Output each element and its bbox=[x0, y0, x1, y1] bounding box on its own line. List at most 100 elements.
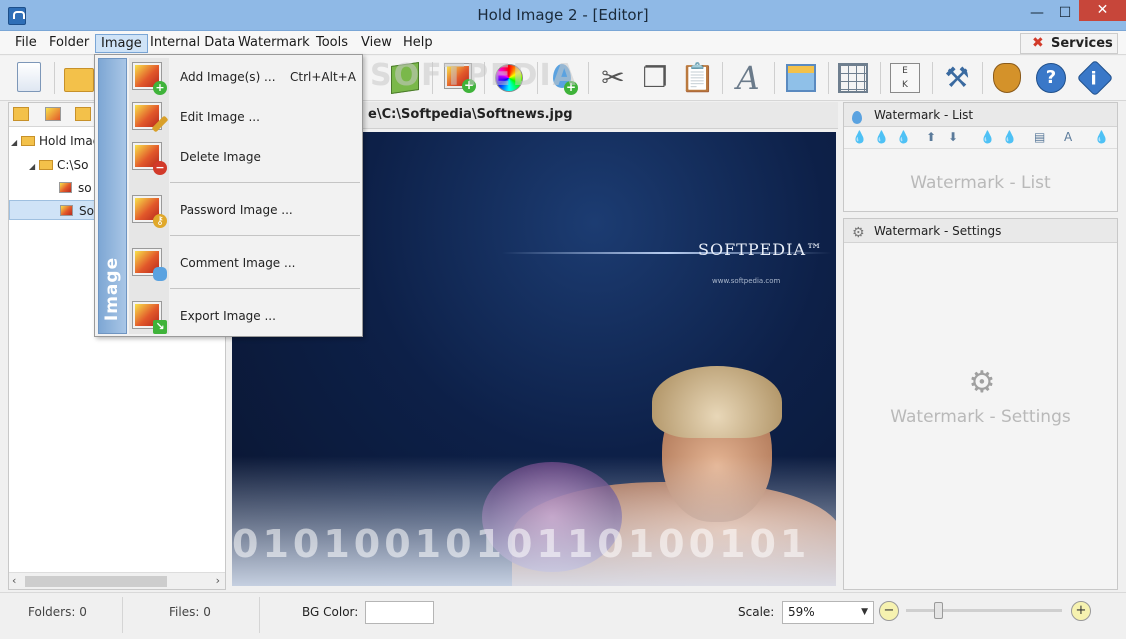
menu-export-image[interactable]: Export Image ... bbox=[169, 301, 359, 331]
zoom-slider-track[interactable] bbox=[906, 609, 1062, 612]
text-icon[interactable]: A bbox=[1064, 130, 1072, 144]
tools-button[interactable]: ⚒ bbox=[940, 60, 974, 96]
image-url-text: www.softpedia.com bbox=[712, 277, 781, 285]
scale-label: Scale: bbox=[738, 605, 775, 619]
menu-delete-image[interactable]: Delete Image bbox=[169, 142, 359, 172]
image-add-icon: + bbox=[133, 63, 167, 95]
move-down-icon[interactable]: ⬇ bbox=[948, 130, 958, 144]
copy-button[interactable]: ❐ bbox=[638, 60, 672, 96]
tree-root-label: Hold Imag bbox=[39, 134, 101, 148]
menu-internal-data[interactable]: Internal Data bbox=[145, 34, 240, 53]
chevron-down-icon: ▼ bbox=[861, 607, 868, 617]
status-separator bbox=[122, 597, 123, 633]
menu-folder[interactable]: Folder bbox=[44, 34, 94, 53]
delete-drop-icon[interactable]: 💧 bbox=[896, 130, 911, 144]
gear-icon: ⚙ bbox=[852, 225, 865, 241]
title-bar: Hold Image 2 - [Editor] — ☐ ✕ bbox=[0, 0, 1126, 31]
about-button[interactable]: i bbox=[1076, 59, 1114, 97]
scale-select[interactable]: 59% ▼ bbox=[782, 601, 874, 624]
scroll-right-icon[interactable]: › bbox=[216, 574, 220, 587]
tree-file[interactable]: so bbox=[59, 178, 92, 198]
watermark-list-toolbar: 💧 💧 💧 ⬆ ⬇ 💧 💧 ▤ A 💧 bbox=[844, 127, 1117, 149]
letter-a-icon: A bbox=[736, 59, 760, 97]
menu-edit-image[interactable]: Edit Image ... bbox=[169, 102, 359, 132]
menu-comment-image-label: Comment Image ... bbox=[180, 256, 296, 270]
preview-drop-icon[interactable]: 💧 bbox=[1094, 130, 1109, 144]
settings-gear-icon: ⚙ bbox=[968, 365, 996, 400]
keyboard-icon: EK bbox=[890, 63, 920, 93]
image-menu-dropdown: Image + Add Image(s) ... Ctrl+Alt+A Edit… bbox=[94, 54, 363, 337]
menu-watermark[interactable]: Watermark bbox=[233, 34, 315, 53]
menu-view[interactable]: View bbox=[356, 34, 397, 53]
menu-side-label: Image bbox=[102, 256, 122, 322]
minimize-button[interactable]: — bbox=[1022, 0, 1052, 26]
tree-root[interactable]: ◢ Hold Imag bbox=[11, 131, 100, 151]
copy-icon: ❐ bbox=[642, 61, 668, 94]
status-bar: Folders: 0 Files: 0 BG Color: Scale: 59%… bbox=[0, 592, 1126, 639]
menu-comment-image[interactable]: Comment Image ... bbox=[169, 248, 359, 278]
image-password-icon: ⚷ bbox=[133, 196, 167, 228]
tree-horizontal-scrollbar[interactable]: ‹ › bbox=[9, 572, 225, 589]
zoom-in-button[interactable]: + bbox=[1071, 601, 1091, 621]
maximize-button[interactable]: ☐ bbox=[1050, 0, 1080, 26]
folders-count: Folders: 0 bbox=[28, 605, 87, 619]
copy-drop-icon[interactable]: 💧 bbox=[980, 130, 995, 144]
picture-frame-icon bbox=[786, 64, 816, 92]
tree-folder[interactable]: ◢ C:\So bbox=[29, 155, 88, 175]
text-watermark-button[interactable]: A bbox=[731, 60, 765, 96]
add-image-icon[interactable] bbox=[45, 107, 61, 121]
edit-drop-icon[interactable]: 💧 bbox=[874, 130, 889, 144]
menu-separator bbox=[170, 182, 360, 183]
add-drop-icon[interactable]: 💧 bbox=[852, 130, 867, 144]
scrollbar-thumb[interactable] bbox=[25, 576, 167, 587]
keyboard-button[interactable]: EK bbox=[888, 60, 922, 96]
watermark-settings-title: Watermark - Settings bbox=[874, 224, 1002, 238]
scroll-left-icon[interactable]: ‹ bbox=[12, 574, 16, 587]
menu-file[interactable]: File bbox=[10, 34, 42, 53]
scissors-icon: ✂ bbox=[601, 61, 625, 94]
zoom-slider-thumb[interactable] bbox=[934, 602, 943, 619]
status-separator bbox=[259, 597, 260, 633]
image-watermark-button[interactable] bbox=[784, 60, 818, 96]
document-icon bbox=[17, 62, 41, 92]
close-button[interactable]: ✕ bbox=[1079, 0, 1126, 21]
export-drop-icon[interactable]: 💧 bbox=[1002, 130, 1017, 144]
services-button[interactable]: ✖ Services bbox=[1020, 33, 1118, 54]
paste-button[interactable]: 📋 bbox=[680, 60, 715, 96]
move-up-icon[interactable]: ⬆ bbox=[926, 130, 936, 144]
bg-color-picker[interactable] bbox=[365, 601, 434, 624]
menu-side-banner: Image bbox=[98, 58, 127, 334]
expand-triangle-icon[interactable]: ◢ bbox=[29, 157, 39, 177]
cut-button[interactable]: ✂ bbox=[596, 60, 630, 96]
tree-file-label: so bbox=[78, 181, 92, 195]
apply-icon[interactable]: ▤ bbox=[1034, 130, 1045, 144]
zoom-out-icon: − bbox=[883, 603, 895, 618]
watermark-settings-header: ⚙ Watermark - Settings bbox=[844, 219, 1117, 243]
expand-triangle-icon[interactable]: ◢ bbox=[11, 133, 21, 153]
help-button[interactable]: ? bbox=[1034, 60, 1068, 96]
bug-report-button[interactable] bbox=[990, 60, 1024, 96]
plus-icon: + bbox=[153, 81, 167, 95]
grid-button[interactable] bbox=[836, 60, 870, 96]
image-logo-text: SOFTPEDIA™ bbox=[698, 240, 823, 259]
info-icon: i bbox=[1076, 59, 1114, 97]
zoom-in-icon: + bbox=[1075, 603, 1087, 618]
menu-tools[interactable]: Tools bbox=[311, 34, 353, 53]
image-glow bbox=[232, 456, 836, 586]
menu-image[interactable]: Image bbox=[95, 34, 148, 53]
photo-hair bbox=[652, 366, 782, 438]
watermark-list-placeholder: Watermark - List bbox=[910, 173, 1051, 193]
new-document-button[interactable] bbox=[12, 60, 46, 96]
add-folder-icon[interactable] bbox=[13, 107, 29, 121]
image-comment-icon bbox=[133, 249, 167, 281]
image-file-icon bbox=[60, 205, 73, 216]
open-folder-button[interactable] bbox=[62, 60, 96, 96]
menu-separator bbox=[170, 235, 360, 236]
menu-help[interactable]: Help bbox=[398, 34, 438, 53]
toolbar-separator bbox=[932, 62, 933, 94]
menu-password-image[interactable]: Password Image ... bbox=[169, 195, 359, 225]
folder-lock-icon bbox=[21, 136, 35, 146]
zoom-out-button[interactable]: − bbox=[879, 601, 899, 621]
folder-settings-icon[interactable] bbox=[75, 107, 91, 121]
toolbar-separator bbox=[774, 62, 775, 94]
